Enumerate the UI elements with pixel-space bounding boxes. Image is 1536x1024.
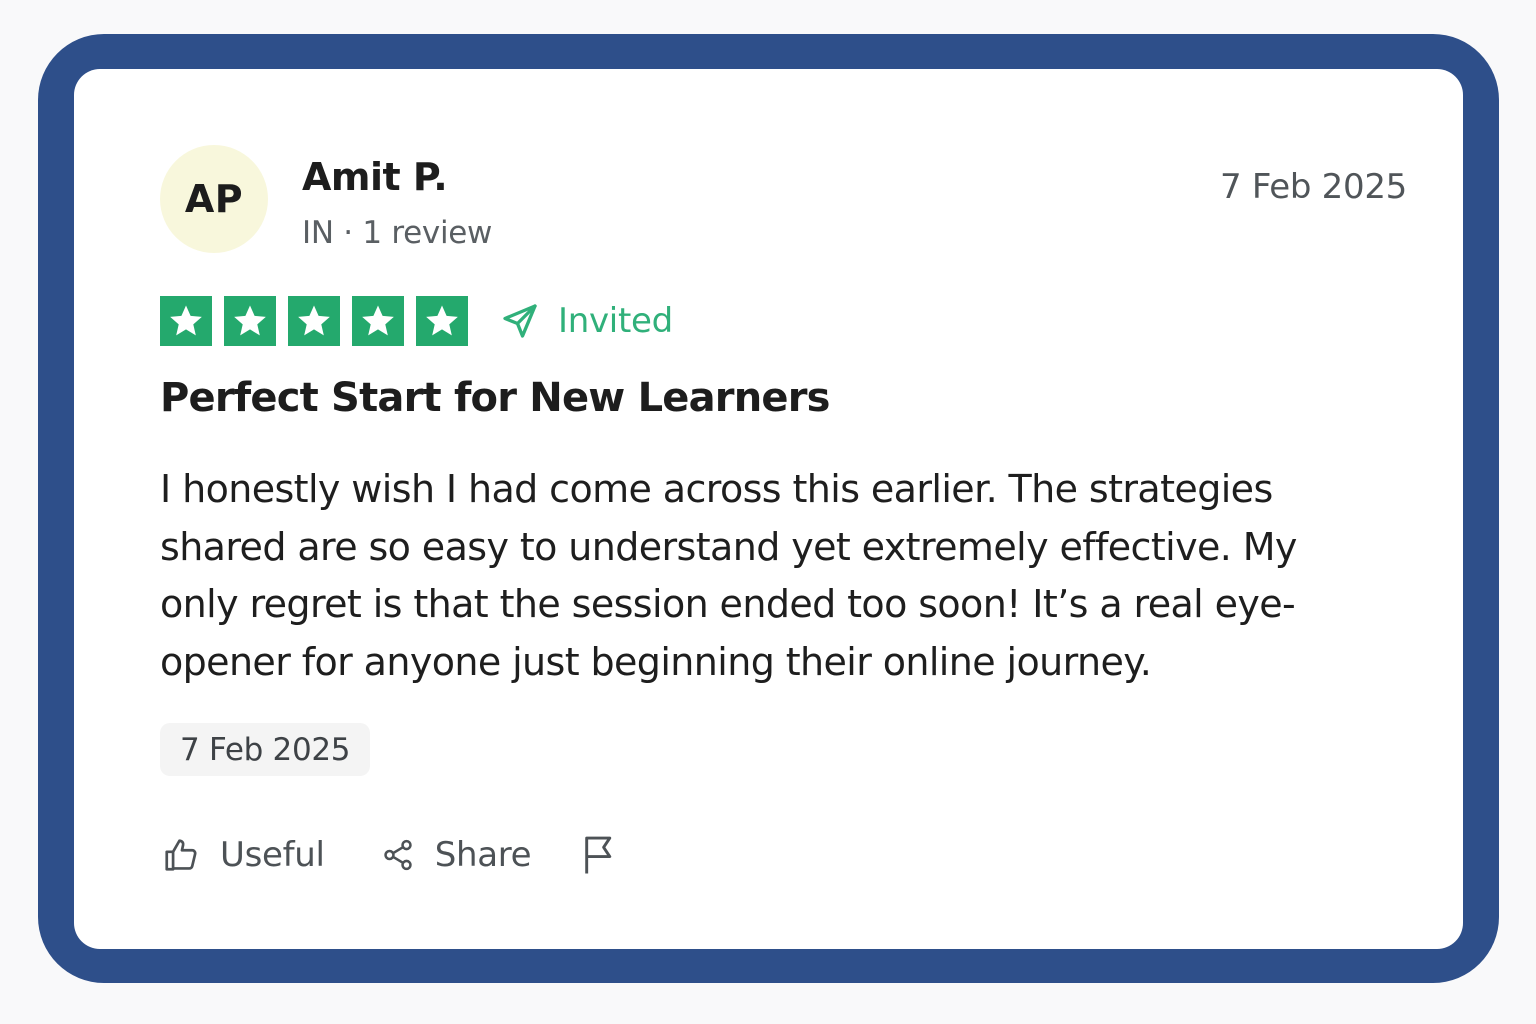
- star-icon: [416, 296, 468, 346]
- useful-label: Useful: [220, 835, 325, 875]
- rating-row: Invited: [160, 296, 673, 346]
- reviewer-name[interactable]: Amit P.: [302, 155, 448, 199]
- avatar-initials: AP: [184, 177, 244, 221]
- share-label: Share: [434, 835, 532, 875]
- avatar[interactable]: AP: [160, 145, 268, 253]
- star-icon: [224, 296, 276, 346]
- review-body: I honestly wish I had come across this e…: [160, 467, 1297, 684]
- review-title: Perfect Start for New Learners: [160, 375, 830, 421]
- experience-date: 7 Feb 2025: [180, 731, 351, 768]
- invited-badge[interactable]: Invited: [500, 301, 673, 341]
- star-icon: [288, 296, 340, 346]
- paper-plane-icon: [503, 304, 537, 338]
- flag-icon: [585, 836, 612, 874]
- review-actions: Useful Share: [162, 835, 637, 875]
- invited-label: Invited: [558, 301, 673, 341]
- review-date: 7 Feb 2025: [1220, 167, 1407, 207]
- star-icon: [352, 296, 404, 346]
- share-button[interactable]: Share: [381, 835, 532, 875]
- reviewer-meta: IN · 1 review: [302, 215, 493, 251]
- review-card: AP Amit P. IN · 1 review 7 Feb 2025 Invi…: [74, 69, 1463, 949]
- thumbs-up-icon: [165, 839, 197, 871]
- report-button[interactable]: [581, 835, 637, 875]
- useful-button[interactable]: Useful: [162, 835, 325, 875]
- star-icon: [160, 296, 212, 346]
- share-icon: [383, 839, 412, 871]
- experience-date-badge: 7 Feb 2025: [160, 723, 371, 776]
